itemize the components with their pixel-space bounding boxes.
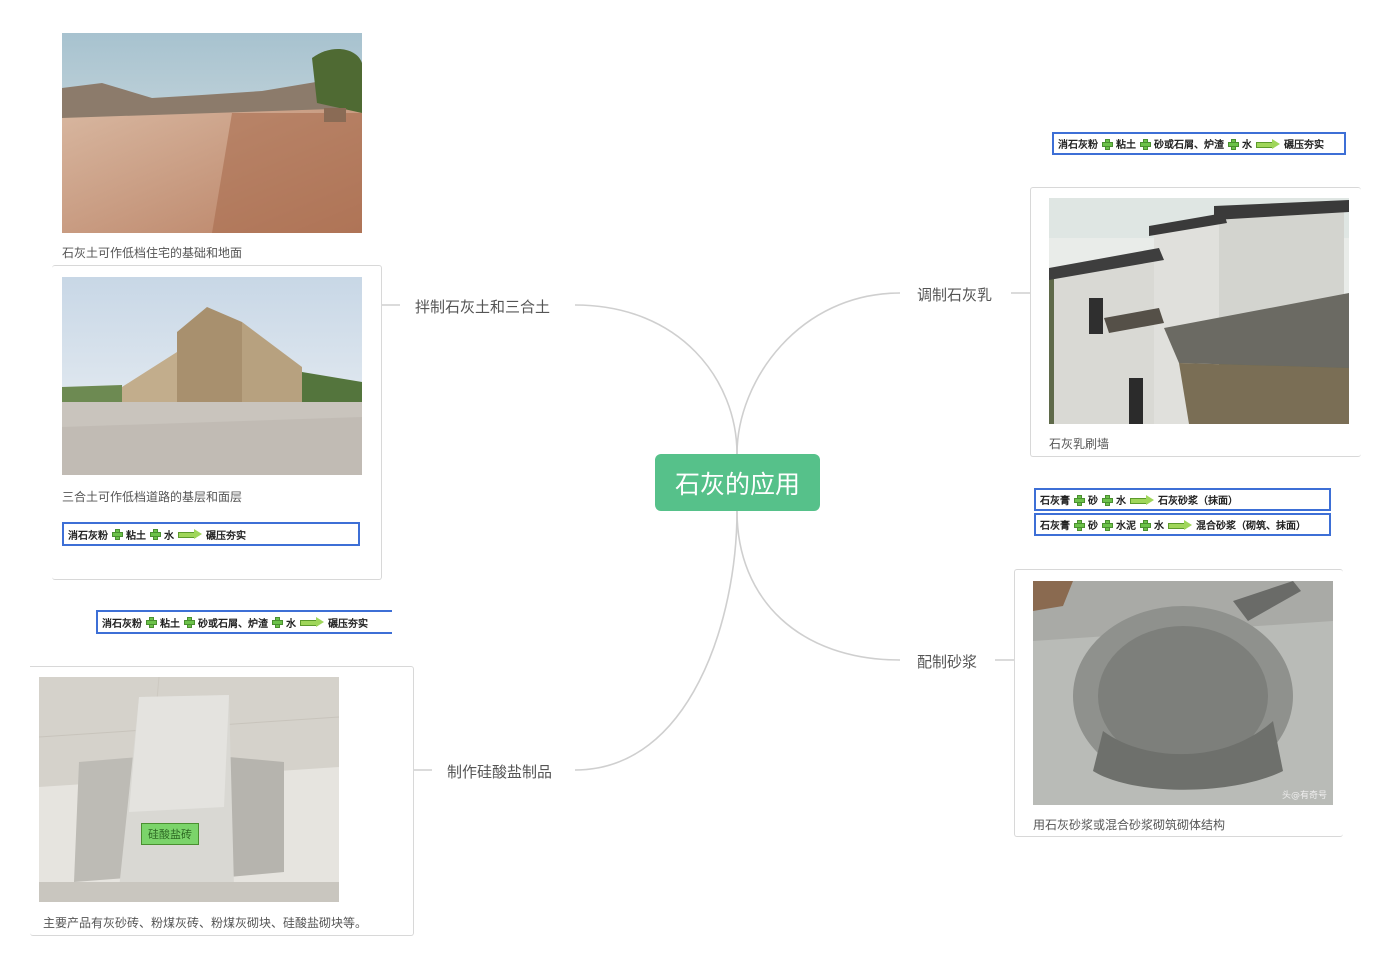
formula-4-term: 水 <box>1116 496 1126 507</box>
mortar-image: 头@有奇号 <box>1033 581 1333 805</box>
formula-2-term: 水 <box>286 618 296 630</box>
caption-mortar: 用石灰砂浆或混合砂浆砌筑砌体结构 <box>1033 818 1226 832</box>
arrow-right-icon <box>1256 138 1280 149</box>
formula-1-term: 粘土 <box>126 530 146 542</box>
plus-icon <box>1074 519 1085 531</box>
brick-label: 硅酸盐砖 <box>141 823 199 845</box>
caption-brick: 主要产品有灰砂砖、粉煤灰砖、粉煤灰砌块、硅酸盐砌块等。 <box>43 916 368 930</box>
formula-3-term: 消石灰粉 <box>1058 140 1098 151</box>
formula-4-term: 砂 <box>1088 496 1098 507</box>
arrow-right-icon <box>178 529 202 539</box>
root-topic[interactable]: 石灰的应用 <box>655 454 820 511</box>
formula-5: 石灰膏 砂 水泥 水 混合砂浆（砌筑、抹面） <box>1034 513 1331 536</box>
arrow-right-icon <box>1168 519 1192 530</box>
formula-2-term: 碾压夯实 <box>328 618 368 630</box>
formula-5-term: 混合砂浆（砌筑、抹面） <box>1196 521 1306 532</box>
brick-image: 硅酸盐砖 <box>39 677 339 902</box>
watermark-text: 头@有奇号 <box>1281 791 1327 801</box>
formula-4-term: 石灰砂浆（抹面） <box>1158 496 1238 507</box>
connector-mortar <box>736 510 901 661</box>
formula-5-term: 砂 <box>1088 521 1098 532</box>
caption-road: 石灰土可作低档住宅的基础和地面 <box>62 246 243 260</box>
formula-1-term: 碾压夯实 <box>206 530 246 542</box>
plus-icon <box>146 617 157 628</box>
connector-milk <box>736 292 901 455</box>
plus-icon <box>1102 519 1113 531</box>
formula-2-term: 砂或石屑、炉渣 <box>198 618 268 630</box>
formula-5-term: 水泥 <box>1116 521 1136 532</box>
formula-1-term: 水 <box>164 530 174 542</box>
plus-icon <box>1140 138 1151 150</box>
formula-3-term: 砂或石屑、炉渣 <box>1154 140 1224 151</box>
plus-icon <box>184 617 195 628</box>
building-image <box>62 277 362 475</box>
formula-5-term: 水 <box>1154 521 1164 532</box>
formula-2-term: 粘土 <box>160 618 180 630</box>
formula-5-term: 石灰膏 <box>1040 521 1070 532</box>
branch-milk[interactable]: 调制石灰乳 <box>917 284 992 305</box>
branch-mix[interactable]: 拌制石灰土和三合土 <box>415 296 550 317</box>
connector-mix <box>574 304 738 455</box>
plus-icon <box>1102 494 1113 506</box>
plus-icon <box>272 617 283 628</box>
house-image <box>1049 198 1349 424</box>
road-image <box>62 33 362 233</box>
root-title: 石灰的应用 <box>674 469 800 499</box>
formula-3-term: 水 <box>1242 140 1252 151</box>
caption-house: 石灰乳刷墙 <box>1049 437 1110 451</box>
arrow-right-icon <box>300 617 324 627</box>
formula-1-term: 消石灰粉 <box>68 530 108 542</box>
connector-silicate <box>574 510 738 771</box>
formula-2-term: 消石灰粉 <box>102 618 142 630</box>
plus-icon <box>1074 494 1085 506</box>
formula-1: 消石灰粉 粘土 水 碾压夯实 <box>62 522 360 546</box>
branch-mortar[interactable]: 配制砂浆 <box>917 651 977 672</box>
formula-2: 消石灰粉 粘土 砂或石屑、炉渣 水 碾压夯实 <box>96 610 392 634</box>
plus-icon <box>112 529 123 540</box>
caption-building: 三合土可作低档道路的基层和面层 <box>62 490 243 504</box>
formula-3-term: 粘土 <box>1116 140 1136 151</box>
plus-icon <box>1228 138 1239 150</box>
formula-4-term: 石灰膏 <box>1040 496 1070 507</box>
arrow-right-icon <box>1130 494 1154 505</box>
formula-3: 消石灰粉 粘土 砂或石屑、炉渣 水 碾压夯实 <box>1052 132 1346 155</box>
branch-silicate[interactable]: 制作硅酸盐制品 <box>447 761 552 782</box>
formula-4: 石灰膏 砂 水 石灰砂浆（抹面） <box>1034 488 1331 511</box>
plus-icon <box>1102 138 1113 150</box>
plus-icon <box>150 529 161 540</box>
plus-icon <box>1140 519 1151 531</box>
formula-3-term: 碾压夯实 <box>1284 140 1324 151</box>
